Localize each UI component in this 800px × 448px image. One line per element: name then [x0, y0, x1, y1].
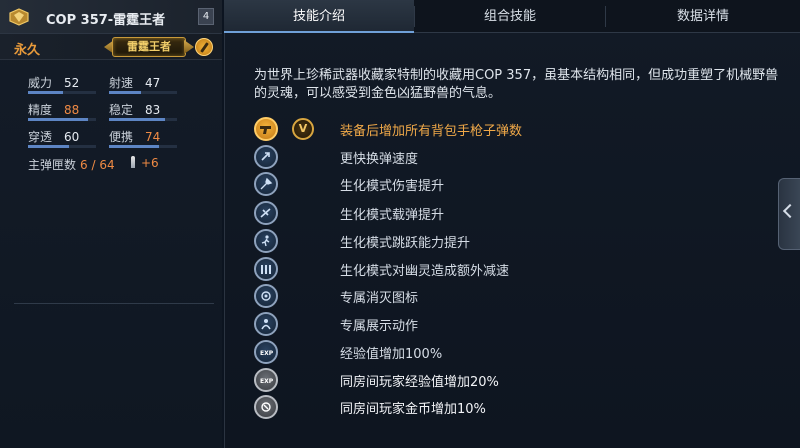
stat-power: 威力 52	[28, 74, 79, 91]
tab-skill-intro[interactable]: 技能介绍	[224, 0, 414, 33]
stat-stability: 稳定 83	[109, 101, 160, 118]
stat-label: 稳定	[109, 103, 134, 117]
skill-label: 经验值增加100%	[340, 347, 443, 362]
stat-label: 精度	[28, 103, 53, 117]
skill-label: 专属消灭图标	[340, 291, 419, 306]
skill-label: 装备后增加所有背包手枪子弹数	[340, 124, 523, 139]
slow-icon	[254, 257, 278, 281]
skill-label: 生化模式伤害提升	[340, 179, 445, 194]
stat-penetration: 穿透 60	[28, 128, 79, 145]
tab-combo-skills[interactable]: 组合技能	[415, 0, 605, 33]
stat-label: 威力	[28, 76, 53, 90]
stat-value: 88	[64, 103, 80, 117]
svg-text:EXP: EXP	[260, 350, 273, 357]
stat-bar-power	[28, 91, 96, 94]
jump-icon	[254, 229, 278, 253]
magazine-bonus: +6	[141, 156, 159, 170]
skill-label: 专属展示动作	[340, 319, 419, 334]
reload-icon	[254, 145, 278, 169]
skill-label: 生化模式跳跃能力提升	[340, 236, 471, 251]
durability-text: 永久	[14, 43, 41, 58]
stat-value: 60	[64, 130, 80, 144]
exp-icon: EXP	[254, 340, 278, 364]
skill-label: 更快换弹速度	[340, 152, 419, 167]
stat-bar-penetration	[28, 145, 96, 148]
weapon-level: 4	[198, 8, 214, 25]
stat-label: 射速	[109, 76, 134, 90]
skill-label: 生化模式对幽灵造成额外减速	[340, 264, 510, 279]
kill-mark-icon	[254, 284, 278, 308]
ammo-type-icon[interactable]	[195, 38, 213, 56]
stat-label: 便携	[109, 130, 134, 144]
stat-bar-accuracy	[28, 118, 96, 121]
collapse-panel-handle[interactable]	[778, 178, 800, 250]
bullet-icon	[131, 156, 135, 168]
stat-portability: 便携 74	[109, 128, 160, 145]
stat-bar-stability	[109, 118, 177, 121]
rank-icon	[9, 8, 29, 26]
magazine-label: 主弹匣数	[28, 158, 77, 172]
divider	[14, 303, 214, 304]
stat-value: 47	[145, 76, 161, 90]
v-rank-badge: V	[292, 118, 314, 140]
svg-text:EXP: EXP	[260, 378, 273, 385]
stat-bar-portability	[109, 145, 177, 148]
room-gold-icon	[254, 395, 278, 419]
skill-label: 生化模式载弹提升	[340, 208, 445, 223]
stat-fire-rate: 射速 47	[109, 74, 160, 91]
showcase-icon	[254, 312, 278, 336]
weapon-info-panel	[0, 0, 222, 448]
magazine-row: 主弹匣数 6 / 64	[28, 156, 115, 173]
thunder-king-badge: 雷霆王者	[112, 37, 186, 57]
stat-bar-fire-rate	[109, 91, 177, 94]
stat-value: 83	[145, 103, 161, 117]
stat-value: 74	[145, 130, 161, 144]
skill-label: 同房间玩家金币增加10%	[340, 402, 486, 417]
room-exp-icon: EXP	[254, 368, 278, 392]
tab-bar: 技能介绍 组合技能 数据详情	[224, 0, 800, 33]
weapon-description: 为世界上珍稀武器收藏家特制的收藏用COP 357，虽基本结构相同，但成功重塑了机…	[254, 68, 779, 101]
stat-value: 52	[64, 76, 80, 90]
ammo-capacity-icon	[254, 201, 278, 225]
damage-icon	[254, 172, 278, 196]
tab-data-details[interactable]: 数据详情	[606, 0, 800, 33]
skill-label: 同房间玩家经验值增加20%	[340, 375, 499, 390]
stat-accuracy: 精度 88	[28, 101, 79, 118]
weapon-title-bar: COP 357-雷霆王者 4	[0, 0, 222, 34]
magazine-value: 6 / 64	[80, 158, 115, 172]
pistol-icon	[254, 117, 278, 141]
stat-label: 穿透	[28, 130, 53, 144]
weapon-name: COP 357-雷霆王者	[46, 13, 166, 28]
